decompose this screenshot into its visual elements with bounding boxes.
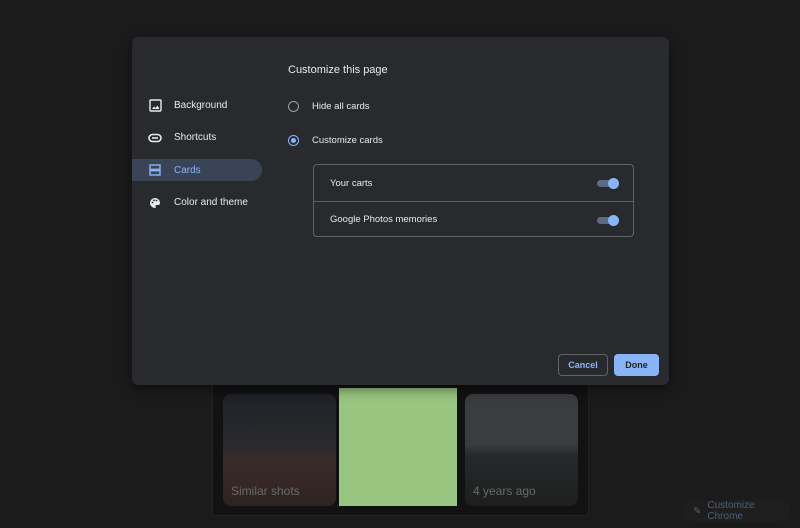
card-row-your-carts: Your carts — [314, 165, 633, 201]
hide-all-cards-option[interactable]: Hide all cards — [288, 101, 370, 112]
photo-caption: Similar shots — [231, 484, 300, 498]
sidebar-item-cards[interactable]: Cards — [132, 159, 262, 181]
customize-chrome-button[interactable]: ✎ Customize Chrome — [683, 500, 791, 522]
card-row-photos-memories: Google Photos memories — [314, 201, 633, 237]
your-carts-toggle[interactable] — [597, 178, 619, 189]
photo-placeholder[interactable] — [338, 387, 458, 507]
customize-chrome-label: Customize Chrome — [707, 500, 755, 522]
sidebar-item-label: Background — [174, 99, 228, 111]
customize-cards-option[interactable]: Customize cards — [288, 135, 383, 146]
sidebar-item-color-and-theme[interactable]: Color and theme — [132, 192, 262, 214]
sidebar-item-label: Cards — [174, 164, 201, 176]
photos-memories-toggle[interactable] — [597, 214, 619, 226]
background-icon — [148, 98, 162, 112]
radio-button-selected[interactable] — [288, 135, 299, 146]
card-label: Google Photos memories — [330, 214, 438, 225]
radio-button[interactable] — [288, 101, 299, 112]
cards-icon — [148, 163, 162, 177]
sidebar-item-label: Shortcuts — [174, 132, 217, 143]
sidebar-item-label: Color and theme — [174, 197, 248, 208]
card-label: Your carts — [330, 177, 373, 189]
customize-dialog: Customize this page Background Shortcuts… — [132, 37, 669, 385]
cancel-button[interactable]: Cancel — [558, 354, 608, 376]
done-button[interactable]: Done — [614, 354, 659, 376]
sidebar-item-shortcuts[interactable]: Shortcuts — [132, 127, 262, 149]
photo-caption: 4 years ago — [473, 484, 536, 498]
pencil-icon: ✎ — [693, 505, 702, 517]
photo-similar-shots[interactable]: Similar shots — [223, 394, 336, 506]
option-label: Hide all cards — [312, 101, 370, 112]
palette-icon — [148, 196, 162, 210]
photo-4-years-ago[interactable]: 4 years ago — [465, 394, 578, 506]
link-icon — [148, 131, 162, 145]
sidebar-nav: Background Shortcuts Cards Color and the… — [132, 94, 262, 224]
sidebar-item-background[interactable]: Background — [132, 94, 262, 116]
cards-list: Your carts Google Photos memories — [313, 164, 634, 237]
dialog-title: Customize this page — [288, 64, 388, 76]
option-label: Customize cards — [312, 135, 383, 146]
